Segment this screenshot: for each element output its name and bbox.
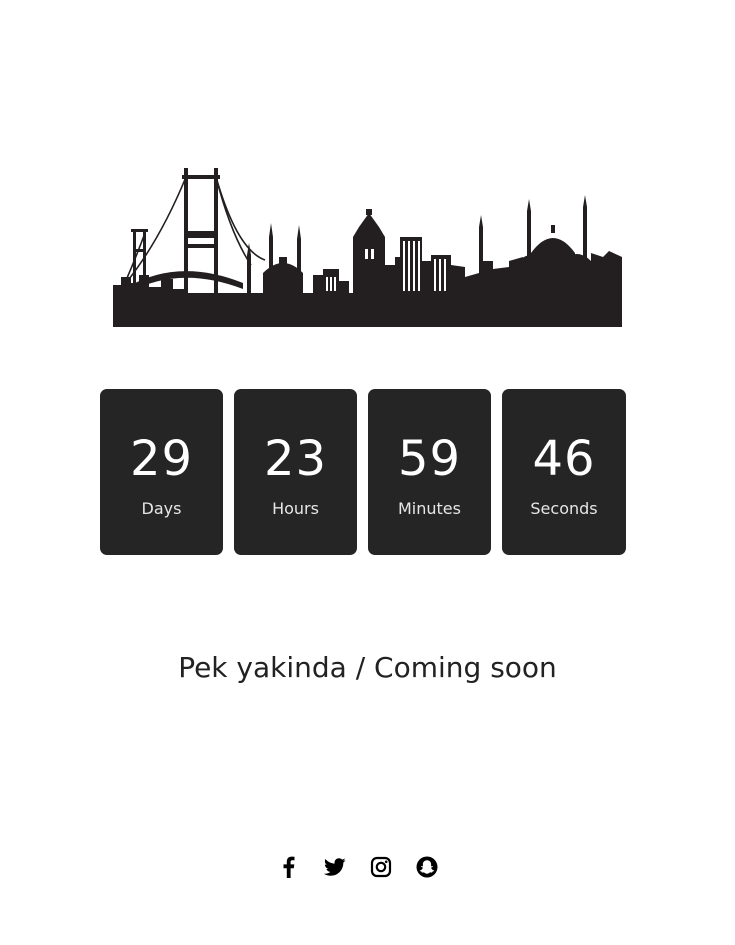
facebook-icon — [283, 856, 295, 878]
coming-soon-heading: Pek yakinda / Coming soon — [178, 651, 557, 684]
countdown-seconds: 46 Seconds — [502, 389, 626, 555]
countdown-minutes: 59 Minutes — [368, 389, 491, 555]
twitter-icon — [323, 858, 346, 876]
instagram-link[interactable] — [368, 854, 394, 880]
snapchat-link[interactable] — [414, 854, 440, 880]
countdown-hours-label: Hours — [272, 499, 319, 518]
countdown-hours: 23 Hours — [234, 389, 357, 555]
countdown-days: 29 Days — [100, 389, 223, 555]
countdown-hours-value: 23 — [263, 431, 328, 487]
istanbul-skyline-illustration — [113, 168, 622, 327]
countdown-minutes-value: 59 — [397, 431, 462, 487]
countdown-seconds-label: Seconds — [530, 499, 598, 518]
facebook-link[interactable] — [276, 854, 302, 880]
countdown-timer: 29 Days 23 Hours 59 Minutes 46 Seconds — [100, 389, 626, 555]
countdown-seconds-value: 46 — [532, 431, 596, 487]
countdown-minutes-label: Minutes — [398, 499, 461, 518]
twitter-link[interactable] — [322, 854, 348, 880]
snapchat-icon — [416, 856, 438, 878]
social-links — [276, 853, 438, 881]
countdown-days-label: Days — [141, 499, 182, 518]
instagram-icon — [370, 856, 392, 878]
countdown-days-value: 29 — [129, 431, 194, 487]
